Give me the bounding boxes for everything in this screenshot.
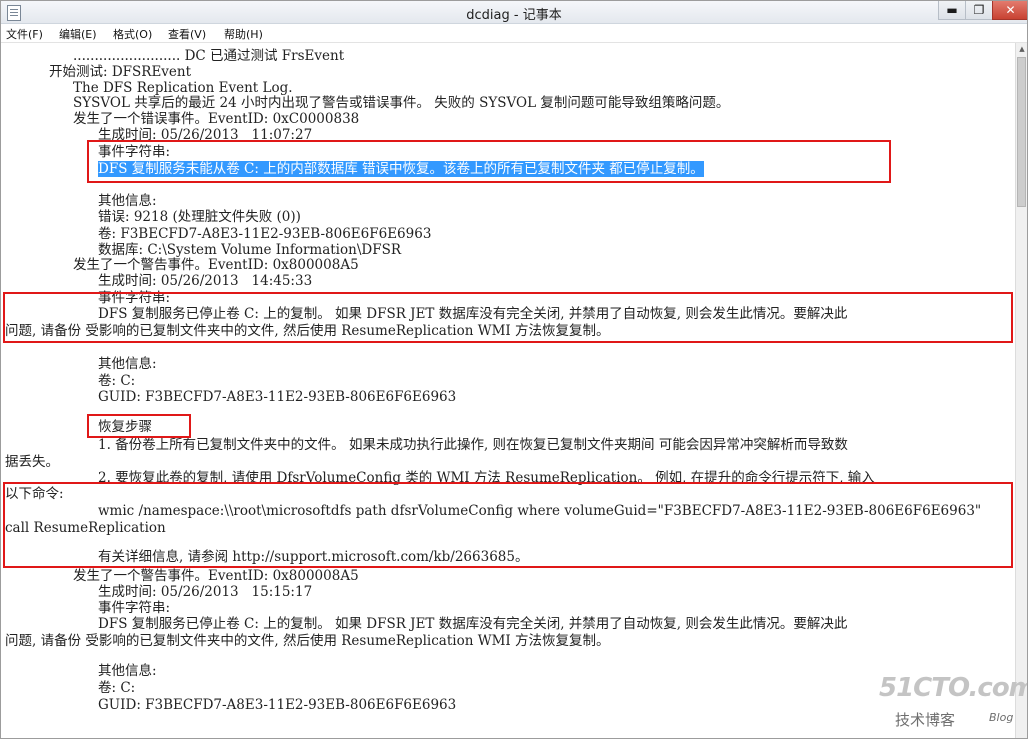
text-line: 卷: C: bbox=[98, 373, 136, 389]
text-line: GUID: F3BECFD7-A8E3-11E2-93EB-806E6F6E69… bbox=[98, 389, 457, 405]
watermark-sub-text: 技术博客 bbox=[895, 711, 956, 729]
text-line: DFS 复制服务已停止卷 C: 上的复制。 如果 DFSR JET 数据库没有完… bbox=[98, 616, 848, 632]
text-line: 其他信息: bbox=[98, 193, 157, 209]
minimize-button[interactable]: ▬ bbox=[938, 1, 966, 20]
text-line: 卷: C: bbox=[98, 680, 136, 696]
text-line: 问题, 请备份 受影响的已复制文件夹中的文件, 然后使用 ResumeRepli… bbox=[5, 633, 610, 649]
text-line: 数据库: C:\System Volume Information\DFSR bbox=[98, 242, 401, 258]
text-line: 据丢失。 bbox=[5, 454, 59, 470]
text-line: 卷: F3BECFD7-A8E3-11E2-93EB-806E6F6E6963 bbox=[98, 226, 432, 242]
notepad-window: dcdiag - 记事本 ▬ ❐ ✕ 文件(F) 编辑(E) 格式(O) 查看(… bbox=[0, 0, 1028, 739]
text-line: 发生了一个警告事件。EventID: 0x800008A5 bbox=[73, 257, 359, 273]
highlight-box-error-event bbox=[87, 140, 891, 183]
watermark-main-text: 51CTO.com bbox=[879, 673, 1028, 703]
text-line: 事件字符串: bbox=[98, 600, 171, 616]
vertical-scrollbar[interactable]: ▲ bbox=[1015, 43, 1027, 738]
text-line: GUID: F3BECFD7-A8E3-11E2-93EB-806E6F6E69… bbox=[98, 697, 457, 713]
text-line: 生成时间: 05/26/2013 14:45:33 bbox=[98, 273, 313, 289]
scroll-up-arrow-icon[interactable]: ▲ bbox=[1016, 43, 1027, 55]
text-line: 其他信息: bbox=[98, 356, 157, 372]
close-button[interactable]: ✕ bbox=[992, 1, 1027, 20]
menu-edit[interactable]: 编辑(E) bbox=[59, 26, 97, 42]
text-line: 开始测试: DFSREvent bbox=[49, 64, 192, 80]
text-line: SYSVOL 共享后的最近 24 小时内出现了警告或错误事件。 失败的 SYSV… bbox=[73, 95, 730, 111]
maximize-button[interactable]: ❐ bbox=[965, 1, 993, 20]
menu-file[interactable]: 文件(F) bbox=[6, 26, 43, 42]
text-editor-area[interactable]: ......................... DC 已通过测试 FrsEv… bbox=[1, 43, 1015, 738]
text-line: 发生了一个错误事件。EventID: 0xC0000838 bbox=[73, 111, 360, 127]
watermark-logo: 51CTO.com 技术博客 Blog bbox=[871, 673, 1027, 735]
highlight-box-recovery-steps bbox=[87, 414, 191, 438]
window-title: dcdiag - 记事本 bbox=[466, 8, 562, 23]
scroll-thumb[interactable] bbox=[1017, 57, 1026, 207]
text-line: 其他信息: bbox=[98, 663, 157, 679]
text-line: 发生了一个警告事件。EventID: 0x800008A5 bbox=[73, 568, 359, 584]
menu-view[interactable]: 查看(V) bbox=[168, 26, 206, 42]
text-line: 1. 备份卷上所有已复制文件夹中的文件。 如果未成功执行此操作, 则在恢复已复制… bbox=[98, 437, 848, 453]
text-line: The DFS Replication Event Log. bbox=[73, 80, 293, 96]
menu-format[interactable]: 格式(O) bbox=[113, 26, 152, 42]
watermark-blog-text: Blog bbox=[989, 711, 1014, 724]
text-line: 错误: 9218 (处理脏文件失败 (0)) bbox=[98, 209, 301, 225]
title-bar[interactable]: dcdiag - 记事本 ▬ ❐ ✕ bbox=[1, 1, 1027, 24]
menu-bar: 文件(F) 编辑(E) 格式(O) 查看(V) 帮助(H) bbox=[1, 24, 1027, 43]
menu-help[interactable]: 帮助(H) bbox=[224, 26, 263, 42]
text-line: 生成时间: 05/26/2013 15:15:17 bbox=[98, 584, 313, 600]
highlight-box-command bbox=[3, 482, 1013, 568]
text-line: ......................... DC 已通过测试 FrsEv… bbox=[73, 48, 345, 64]
highlight-box-warning-event bbox=[3, 292, 1013, 343]
